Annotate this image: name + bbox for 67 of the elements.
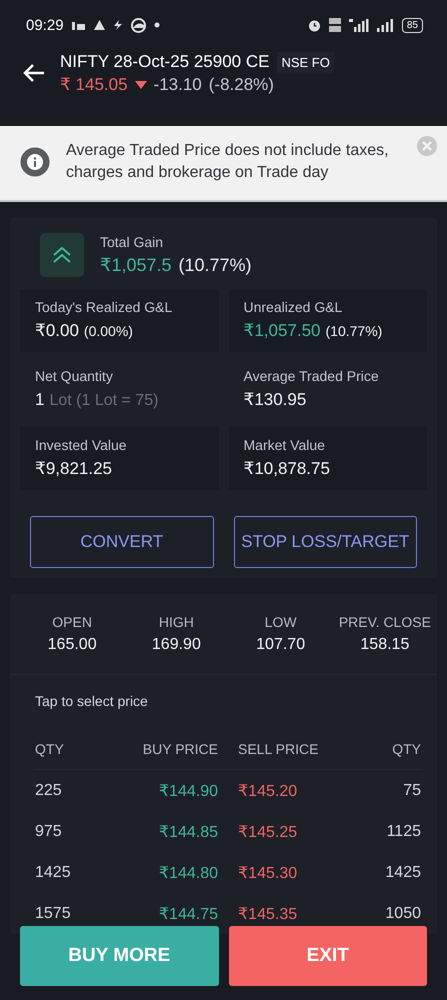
bid-price[interactable]: ₹144.85 [132,822,228,842]
stat-value: ₹9,821.25 [35,459,112,479]
ask-quantity: 75 [402,782,421,800]
ask-price[interactable]: ₹145.20 [228,780,324,800]
notice-text: Average Traded Price does not include taxes, charges and brokerage on Trade day [66,141,390,183]
bid-quantity: 975 [35,822,63,840]
ohlc-value: 165.00 [46,636,98,654]
back-arrow-icon[interactable] [22,63,46,83]
ohlc-value: 169.90 [150,636,202,654]
ohlc-value: 158.15 [359,636,410,654]
total-gain-value: ₹1,057.5 [100,255,172,276]
stat-value: 1 [35,390,44,410]
bid-price[interactable]: ₹144.80 [132,862,228,882]
bid-price[interactable]: ₹144.90 [132,780,228,800]
ask-quantity: 1050 [384,904,421,922]
stat-label: Unrealized G&L [244,299,344,315]
stat-value: ₹10,878.75 [244,459,330,479]
bid-price[interactable]: ₹144.75 [132,904,228,924]
dot-icon [154,22,160,28]
ask-price[interactable]: ₹145.25 [228,822,324,842]
app-notification-icon [130,18,146,32]
exchange-tag: NSE FO [277,52,334,72]
ohlc-label: LOW [264,614,298,630]
signal-icon [348,18,369,32]
last-price: ₹ 145.05 [60,74,128,94]
stat-label: Net Quantity [35,368,114,384]
column-header: QTY [35,741,65,757]
stat-label: Today's Realized G&L [35,299,174,315]
stat-label: Average Traded Price [244,368,380,384]
battery-level: 85 [402,18,423,32]
triangle-icon [94,20,105,30]
stat-note: Lot (1 Lot = 75) [49,392,158,410]
ohlc-label: OPEN [51,614,93,630]
total-gain-percent: (10.77%) [178,255,252,276]
column-header: QTY [391,741,421,757]
action-button[interactable]: CONVERT [30,516,214,568]
exit-button[interactable]: EXIT [228,926,427,986]
column-header: BUY PRICE [142,741,219,757]
alarm-icon [308,18,321,32]
stat-value: ₹130.95 [244,390,306,410]
bolt-icon [112,20,123,30]
stat-value: ₹0.00 [35,321,79,341]
ask-quantity: 1125 [386,822,421,840]
ohlc-label: HIGH [158,614,195,630]
signal-icon [376,18,394,32]
stat-note: (10.77%) [326,323,382,339]
ohlc-value: 107.70 [255,636,306,654]
ohlc-label: PREV. CLOSE [338,614,432,630]
stat-note: (0.00%) [84,323,133,339]
total-gain-label: Total Gain [100,234,164,250]
change-percent: (-8.28%) [208,74,274,94]
stat-value: ₹1,057.50 [244,321,320,341]
instrument-title: NIFTY 28-Oct-25 25900 CE [60,52,270,72]
info-icon [20,147,50,177]
hint-text: Tap to select price [34,692,149,711]
ask-price[interactable]: ₹145.30 [228,862,324,882]
stat-label: Market Value [244,437,326,453]
clock-time: 09:29 [26,16,64,34]
ask-quantity: 1425 [384,864,421,882]
bid-quantity: 225 [35,782,63,800]
bid-quantity: 1425 [35,864,72,882]
bid-quantity: 1575 [35,904,72,922]
column-header: SELL PRICE [237,741,320,757]
action-button[interactable]: STOP LOSS/TARGET [234,516,417,568]
ask-price[interactable]: ₹145.35 [228,904,324,924]
price-change: -13.10 [154,74,202,94]
stat-label: Invested Value [35,437,128,453]
